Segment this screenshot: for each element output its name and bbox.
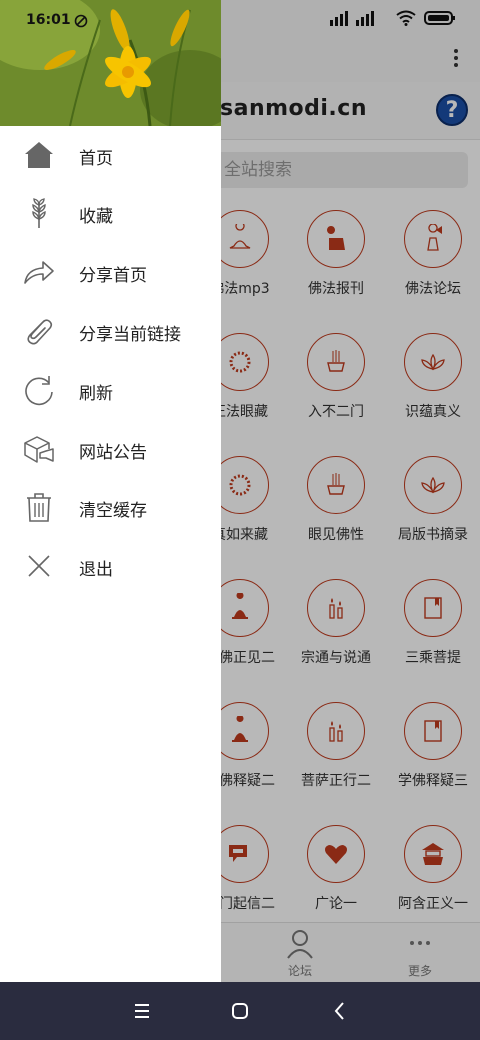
status-time: 16:01	[26, 12, 71, 28]
home-button-icon[interactable]	[226, 998, 254, 1024]
menu-item-label: 分享首页	[79, 266, 147, 286]
menu-item-home[interactable]: 首页	[0, 126, 221, 184]
wheat-icon	[32, 198, 46, 228]
share-arrow-icon	[24, 261, 54, 284]
home-icon	[25, 142, 53, 168]
paperclip-icon	[27, 319, 53, 345]
close-icon	[28, 555, 50, 577]
system-navigation-bar	[0, 982, 480, 1040]
menu-item-announcement[interactable]: 网站公告	[0, 420, 221, 478]
recents-menu-icon[interactable]	[128, 998, 156, 1024]
menu-item-exit[interactable]: 退出	[0, 537, 221, 595]
menu-item-clear-cache[interactable]: 清空缓存	[0, 478, 221, 536]
menu-item-favorites[interactable]: 收藏	[0, 184, 221, 242]
drawer-header-image: 16:01	[0, 0, 221, 126]
menu-item-label: 收藏	[79, 207, 113, 227]
menu-item-label: 退出	[79, 560, 113, 580]
trash-icon	[27, 493, 51, 522]
megaphone-box-icon	[24, 436, 54, 463]
back-icon[interactable]	[326, 998, 354, 1024]
do-not-disturb-icon	[74, 14, 88, 28]
menu-item-label: 刷新	[79, 384, 113, 404]
refresh-icon	[25, 376, 53, 406]
menu-item-share-home[interactable]: 分享首页	[0, 243, 221, 301]
menu-item-share-link[interactable]: 分享当前链接	[0, 302, 221, 360]
menu-item-label: 清空缓存	[79, 501, 147, 521]
menu-item-label: 首页	[79, 149, 113, 169]
menu-item-label: 网站公告	[79, 443, 147, 463]
menu-item-label: 分享当前链接	[79, 325, 181, 345]
navigation-drawer: 16:01 首页 收藏 分享首页 分享当前链接 刷新 网站公告 清空缓存 退出	[0, 0, 221, 982]
menu-item-refresh[interactable]: 刷新	[0, 361, 221, 419]
